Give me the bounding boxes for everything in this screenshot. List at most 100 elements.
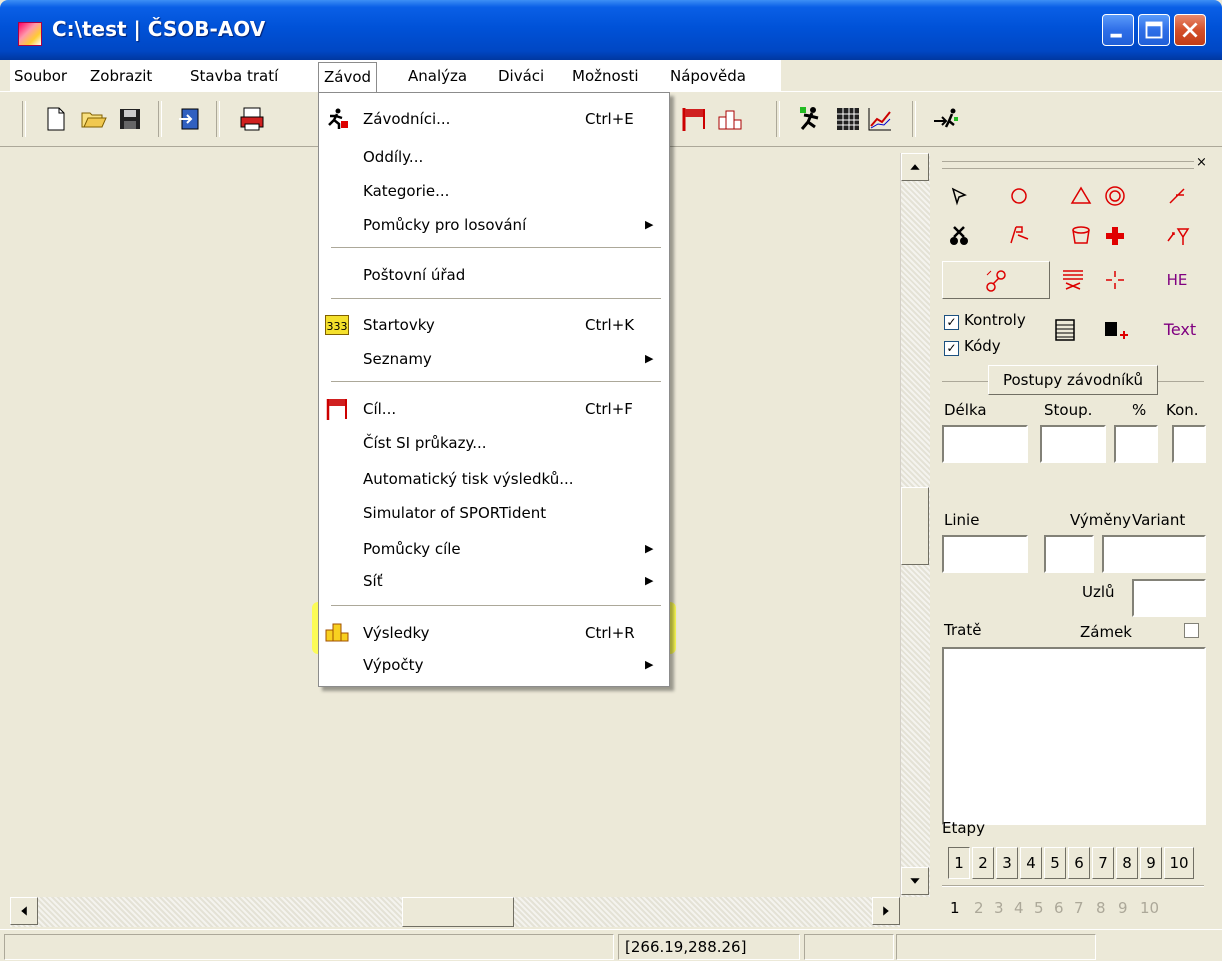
menu-zavod[interactable]: Závod xyxy=(318,62,378,92)
menu-item-seznamy[interactable]: Seznamy ▶ xyxy=(319,343,669,375)
print-icon[interactable] xyxy=(238,105,266,133)
vertical-scrollbar[interactable] xyxy=(900,153,930,897)
stage-number-2[interactable]: 2 xyxy=(974,899,984,917)
stage-button-4[interactable]: 4 xyxy=(1020,847,1042,879)
variant-field[interactable] xyxy=(1102,535,1206,573)
stage-number-10[interactable]: 10 xyxy=(1140,899,1159,917)
stage-button-10[interactable]: 10 xyxy=(1164,847,1194,879)
stage-number-6[interactable]: 6 xyxy=(1054,899,1064,917)
menu-item-zavodnici[interactable]: Závodníci... Ctrl+E xyxy=(319,103,669,135)
control-circle-icon[interactable] xyxy=(1004,181,1034,211)
stage-button-6[interactable]: 6 xyxy=(1068,847,1090,879)
scroll-up-button[interactable] xyxy=(901,153,929,181)
scissors-icon[interactable] xyxy=(944,221,974,251)
menu-soubor[interactable]: Soubor xyxy=(12,64,69,88)
stoup-label: Stoup. xyxy=(1044,401,1093,419)
stage-number-5[interactable]: 5 xyxy=(1034,899,1044,917)
trate-list[interactable] xyxy=(942,647,1206,825)
menu-moznosti[interactable]: Možnosti xyxy=(570,64,641,88)
stage-number-9[interactable]: 9 xyxy=(1118,899,1128,917)
stage-number-8[interactable]: 8 xyxy=(1096,899,1106,917)
minimize-button[interactable] xyxy=(1102,14,1134,46)
text-tool-icon[interactable]: Text xyxy=(1160,315,1200,345)
stoup-field[interactable] xyxy=(1040,425,1106,463)
menu-item-vypocty[interactable]: Výpočty ▶ xyxy=(319,649,669,681)
connect-controls-button[interactable] xyxy=(942,261,1050,299)
stage-button-9[interactable]: 9 xyxy=(1140,847,1162,879)
stage-number-1[interactable]: 1 xyxy=(950,899,960,917)
new-file-icon[interactable] xyxy=(42,105,70,133)
save-icon[interactable] xyxy=(116,105,144,133)
menu-item-startovky[interactable]: 333 Startovky Ctrl+K xyxy=(319,309,669,341)
kody-checkbox[interactable]: ✓ xyxy=(944,341,959,356)
menu-item-automaticky-tisk-vysledku[interactable]: Automatický tisk výsledků... xyxy=(319,463,669,495)
menu-item-cist-si-prukazy[interactable]: Číst SI průkazy... xyxy=(319,427,669,459)
menu-item-kategorie[interactable]: Kategorie... xyxy=(319,175,669,207)
leg-line-icon[interactable] xyxy=(1162,181,1192,211)
add-runner-icon[interactable] xyxy=(1100,315,1130,345)
menu-napoveda[interactable]: Nápověda xyxy=(668,64,748,88)
percent-field[interactable] xyxy=(1114,425,1158,463)
stage-button-3[interactable]: 3 xyxy=(996,847,1018,879)
horizontal-scroll-thumb[interactable] xyxy=(402,897,514,927)
runner-arrow-icon[interactable] xyxy=(932,105,960,133)
kontroly-checkbox[interactable]: ✓ xyxy=(944,315,959,330)
close-button[interactable] xyxy=(1174,14,1206,46)
chart-icon[interactable] xyxy=(866,105,894,133)
crosshair-icon[interactable] xyxy=(1100,265,1130,295)
water-cup-icon[interactable] xyxy=(1066,221,1096,251)
stage-number-4[interactable]: 4 xyxy=(1014,899,1024,917)
open-folder-icon[interactable] xyxy=(80,105,108,133)
forbidden-area-icon[interactable] xyxy=(1058,265,1088,295)
he-tool-icon[interactable]: HE xyxy=(1162,265,1192,295)
finish-double-circle-icon[interactable] xyxy=(1100,181,1130,211)
stage-number-3[interactable]: 3 xyxy=(994,899,1004,917)
start-triangle-icon[interactable] xyxy=(1066,181,1096,211)
menu-item-vysledky[interactable]: Výsledky Ctrl+R xyxy=(319,617,669,649)
stage-number-7[interactable]: 7 xyxy=(1074,899,1084,917)
menu-analyza[interactable]: Analýza xyxy=(406,64,469,88)
finish-flag-icon[interactable] xyxy=(680,105,708,133)
stage-button-5[interactable]: 5 xyxy=(1044,847,1066,879)
linie-field[interactable] xyxy=(942,535,1028,573)
menu-item-pomucky-pro-losovani[interactable]: Pomůcky pro losování ▶ xyxy=(319,209,669,241)
menu-item-postovni-urad[interactable]: Poštovní úřad xyxy=(319,259,669,291)
menu-item-cil[interactable]: Cíl... Ctrl+F xyxy=(319,393,669,425)
uzlu-field[interactable] xyxy=(1132,579,1206,617)
stage-button-8[interactable]: 8 xyxy=(1116,847,1138,879)
scroll-down-button[interactable] xyxy=(901,867,929,895)
panel-grip[interactable] xyxy=(942,161,1194,169)
vymeny-field[interactable] xyxy=(1044,535,1094,573)
horizontal-scrollbar[interactable] xyxy=(10,897,900,927)
menu-item-pomucky-cile[interactable]: Pomůcky cíle ▶ xyxy=(319,533,669,565)
results-podium-icon[interactable] xyxy=(716,105,744,133)
menu-divaci[interactable]: Diváci xyxy=(496,64,546,88)
postupy-zavodniku-button[interactable]: Postupy závodníků xyxy=(988,365,1158,395)
scroll-left-button[interactable] xyxy=(10,897,38,925)
first-aid-cross-icon[interactable] xyxy=(1100,221,1130,251)
import-icon[interactable] xyxy=(176,105,204,133)
delka-field[interactable] xyxy=(942,425,1028,463)
refreshment-icon[interactable] xyxy=(1162,221,1192,251)
menu-zobrazit[interactable]: Zobrazit xyxy=(88,64,154,88)
legend-table-icon[interactable] xyxy=(1050,315,1080,345)
scroll-right-button[interactable] xyxy=(872,897,900,925)
zamek-checkbox[interactable] xyxy=(1184,623,1199,638)
vertical-scroll-thumb[interactable] xyxy=(901,487,929,565)
menu-item-simulator-sportident[interactable]: Simulator of SPORTident xyxy=(319,497,669,529)
menu-item-oddily[interactable]: Oddíly... xyxy=(319,141,669,173)
panel-close-icon[interactable]: × xyxy=(1196,155,1207,170)
title-bar[interactable]: C:\test | ČSOB-AOV xyxy=(0,0,1222,60)
runners-icon[interactable] xyxy=(796,105,824,133)
stage-button-7[interactable]: 7 xyxy=(1092,847,1114,879)
stage-button-2[interactable]: 2 xyxy=(972,847,994,879)
kon-field[interactable] xyxy=(1172,425,1206,463)
stage-button-1[interactable]: 1 xyxy=(948,847,970,879)
select-arrow-icon[interactable] xyxy=(944,181,974,211)
marked-route-icon[interactable] xyxy=(1004,221,1034,251)
menu-stavba-trati[interactable]: Stavba tratí xyxy=(188,64,280,88)
maximize-button[interactable] xyxy=(1138,14,1170,46)
submenu-arrow-icon: ▶ xyxy=(645,658,654,671)
menu-item-sit[interactable]: Síť ▶ xyxy=(319,565,669,597)
grid-table-icon[interactable] xyxy=(834,105,862,133)
